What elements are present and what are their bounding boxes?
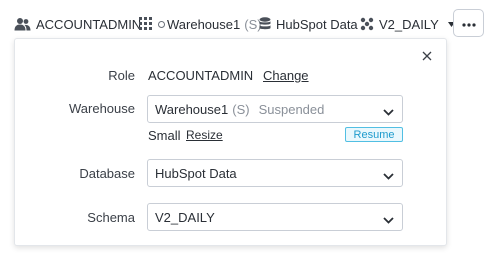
database-select[interactable]: HubSpot Data [147,159,403,187]
database-select-value: HubSpot Data [155,165,237,181]
user-icon [14,17,31,31]
chevron-down-icon [383,212,394,227]
warehouse-label: Warehouse [69,101,135,116]
schema-selector[interactable]: V2_DAILY [360,15,455,33]
warehouse-select[interactable]: Warehouse1 (S) Suspended [147,95,403,123]
role-value: ACCOUNTADMIN [148,68,254,83]
database-selector[interactable]: HubSpot Data [259,15,358,33]
more-button[interactable] [453,9,484,37]
resume-button[interactable]: Resume [345,127,403,142]
close-button[interactable] [419,49,435,65]
schema-label: Schema [87,210,135,225]
more-icon [461,14,476,32]
database-icon [259,17,271,31]
warehouse-size-text: Small [148,128,181,143]
warehouse-select-name: Warehouse1 [155,101,229,117]
close-icon [422,48,432,66]
context-popover: Role ACCOUNTADMIN Change Warehouse Wareh… [14,38,447,246]
change-role-link[interactable]: Change [263,68,309,83]
chevron-down-icon [383,104,394,119]
resize-link[interactable]: Resize [186,128,223,142]
warehouse-grid-icon [139,17,153,31]
schema-select-value: V2_DAILY [155,209,215,225]
role-label: Role [108,68,135,83]
schema-select[interactable]: V2_DAILY [147,203,403,231]
warehouse-select-size: (S) [232,101,250,117]
role-selector[interactable]: ACCOUNTADMIN [14,15,141,33]
chevron-down-icon [383,168,394,183]
warehouse-name: Warehouse1 [167,16,241,32]
warehouse-status: Suspended [258,101,325,117]
schema-icon [360,17,374,31]
database-label: Database [79,166,135,181]
role-name: ACCOUNTADMIN [36,16,142,32]
schema-name: V2_DAILY [379,16,439,32]
warehouse-selector[interactable]: Warehouse1 (S) [139,15,262,33]
warehouse-status-dot [158,20,165,28]
database-name: HubSpot Data [276,16,358,32]
